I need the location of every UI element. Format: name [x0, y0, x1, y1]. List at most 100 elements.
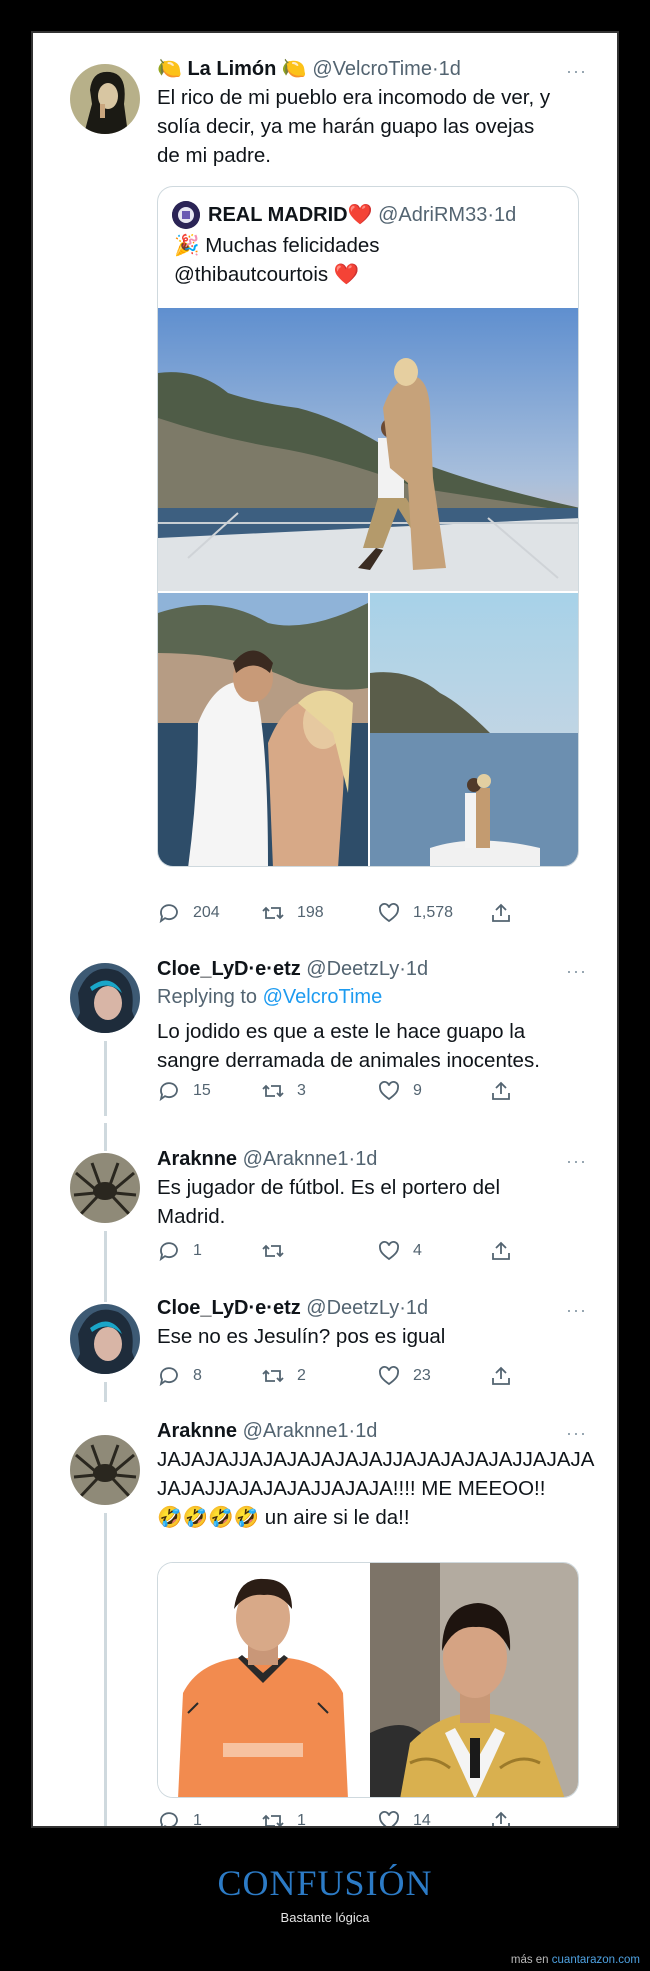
more-options-icon[interactable]: ··· — [566, 957, 587, 985]
quoted-author-name[interactable]: REAL MADRID❤️ — [208, 204, 373, 226]
more-options-icon[interactable]: ··· — [566, 1296, 587, 1324]
tweet-text-line: Madrid. — [157, 1205, 226, 1228]
timestamp[interactable]: 1d — [355, 1148, 377, 1170]
replying-to-label: Replying to — [157, 986, 258, 1008]
heart-icon — [379, 1811, 399, 1826]
thread-line — [104, 1276, 107, 1302]
tweet-1[interactable]: 🍋 La Limón 🍋 @VelcroTime·1d ··· El rico … — [33, 33, 617, 924]
replying-to-handle-link[interactable]: @VelcroTime — [263, 986, 383, 1008]
photo-proposal-boat[interactable] — [158, 308, 578, 591]
retweet-button[interactable]: 2 — [261, 1364, 306, 1388]
like-button[interactable]: 23 — [377, 1364, 431, 1388]
quoted-timestamp[interactable]: 1d — [494, 204, 516, 226]
retweet-button[interactable]: 1 — [261, 1809, 306, 1826]
tweet-5[interactable]: Araknne @Araknne1·1d ··· JAJAJAJJAJAJAJA… — [33, 1401, 617, 1826]
tweet-text-line: 🤣🤣🤣🤣 un aire si le da!! — [157, 1506, 410, 1529]
author-handle[interactable]: @Araknne1 — [243, 1420, 349, 1442]
tweet-text-line: Lo jodido es que a este le hace guapo la — [157, 1020, 526, 1043]
tweet-text: JAJAJAJJAJAJAJAJAJAJJAJAJAJAJAJJAJAJA JA… — [157, 1445, 594, 1532]
retweet-icon — [262, 1084, 284, 1098]
more-options-icon[interactable]: ··· — [566, 57, 587, 85]
retweet-count: 198 — [297, 904, 324, 921]
like-count: 9 — [413, 1082, 422, 1099]
tweet-3[interactable]: Araknne @Araknne1·1d ··· Es jugador de f… — [33, 1123, 617, 1276]
quoted-header: REAL MADRID❤️ @AdriRM33·1d — [208, 201, 516, 229]
more-options-icon[interactable]: ··· — [566, 1147, 587, 1175]
author-name[interactable]: Cloe_LyD·e·etz — [157, 958, 301, 980]
tweet-text-line: JAJAJJAJAJAJAJJAJAJA!!!! ME MEEOO!! — [157, 1477, 546, 1500]
avatar-araknne[interactable] — [70, 1435, 140, 1505]
more-options-icon[interactable]: ··· — [566, 1419, 587, 1447]
tweet-text: Es jugador de fútbol. Es el portero del … — [157, 1173, 587, 1231]
separator-dot: · — [399, 1297, 406, 1319]
share-button[interactable] — [489, 1809, 525, 1826]
thread-line — [104, 1513, 107, 1826]
timestamp[interactable]: 1d — [406, 958, 428, 980]
share-icon — [492, 1241, 510, 1260]
share-button[interactable] — [489, 1364, 525, 1388]
site-link[interactable]: cuantarazon.com — [552, 1954, 640, 1966]
timestamp[interactable]: 1d — [406, 1297, 428, 1319]
tweet-header: Cloe_LyD·e·etz @DeetzLy·1d ··· — [157, 955, 587, 983]
site-footer: CONFUSIÓN Bastante lógica más en cuantar… — [0, 1828, 650, 1971]
share-button[interactable] — [489, 1239, 525, 1263]
like-button[interactable]: 1,578 — [377, 901, 453, 925]
tweet-text: Lo jodido es que a este le hace guapo la… — [157, 1017, 587, 1075]
retweet-icon — [262, 1369, 284, 1383]
author-name[interactable]: Araknne — [157, 1420, 237, 1442]
reply-button[interactable]: 1 — [157, 1239, 202, 1263]
reply-button[interactable]: 8 — [157, 1364, 202, 1388]
share-icon — [492, 903, 510, 922]
reply-count: 204 — [193, 904, 220, 921]
author-name[interactable]: 🍋 La Limón 🍋 — [157, 58, 307, 80]
heart-icon — [379, 903, 399, 923]
tweet-actions: 8 2 23 — [157, 1364, 587, 1394]
quoted-author-handle[interactable]: @AdriRM33 — [378, 204, 487, 226]
author-name[interactable]: Araknne — [157, 1148, 237, 1170]
photo-bullfighter[interactable] — [370, 1563, 578, 1797]
tweet-header: Araknne @Araknne1·1d ··· — [157, 1417, 587, 1445]
share-icon — [492, 1366, 510, 1385]
retweet-button[interactable]: 198 — [261, 901, 324, 925]
like-button[interactable]: 4 — [377, 1239, 422, 1263]
quoted-tweet[interactable]: REAL MADRID❤️ @AdriRM33·1d 🎉 Muchas feli… — [157, 186, 579, 867]
share-button[interactable] — [489, 1079, 525, 1103]
retweet-count: 3 — [297, 1082, 306, 1099]
avatar-araknne[interactable] — [70, 1153, 140, 1223]
retweet-button[interactable] — [261, 1239, 297, 1263]
author-handle[interactable]: @DeetzLy — [306, 958, 399, 980]
separator-dot: · — [399, 958, 406, 980]
reply-button[interactable]: 1 — [157, 1809, 202, 1826]
like-button[interactable]: 9 — [377, 1079, 422, 1103]
reply-count: 1 — [193, 1242, 202, 1259]
tweet-2[interactable]: Cloe_LyD·e·etz @DeetzLy·1d ··· Replying … — [33, 933, 617, 1116]
separator-dot: · — [431, 58, 439, 80]
tweet-media[interactable] — [157, 1562, 579, 1798]
photo-goalkeeper[interactable] — [158, 1563, 368, 1797]
timestamp[interactable]: 1d — [355, 1420, 377, 1442]
author-handle[interactable]: @VelcroTime — [312, 58, 432, 80]
tweet-actions: 1 1 14 — [157, 1809, 587, 1826]
like-button[interactable]: 14 — [377, 1809, 431, 1826]
author-handle[interactable]: @Araknne1 — [243, 1148, 349, 1170]
photo-couple-sunset[interactable] — [370, 593, 578, 866]
like-count: 1,578 — [413, 904, 454, 921]
tweet-actions: 204 198 1,578 — [157, 901, 587, 931]
tweet-text-line: sangre derramada de animales inocentes. — [157, 1049, 540, 1072]
tweet-text: El rico de mi pueblo era incomodo de ver… — [157, 83, 587, 170]
reply-button[interactable]: 15 — [157, 1079, 211, 1103]
avatar-la-limon[interactable] — [70, 64, 140, 134]
reply-icon — [159, 904, 178, 924]
tweet-4[interactable]: Cloe_LyD·e·etz @DeetzLy·1d ··· Ese no es… — [33, 1276, 617, 1402]
photo-couple-embrace[interactable] — [158, 593, 368, 866]
quoted-avatar[interactable] — [172, 201, 200, 229]
reply-button[interactable]: 204 — [157, 901, 220, 925]
author-name[interactable]: Cloe_LyD·e·etz — [157, 1297, 301, 1319]
timestamp[interactable]: 1d — [439, 58, 461, 80]
author-handle[interactable]: @DeetzLy — [306, 1297, 399, 1319]
retweet-button[interactable]: 3 — [261, 1079, 306, 1103]
avatar-cloe[interactable] — [70, 963, 140, 1033]
avatar-cloe[interactable] — [70, 1304, 140, 1374]
reply-icon — [159, 1082, 178, 1102]
share-button[interactable] — [489, 901, 525, 925]
